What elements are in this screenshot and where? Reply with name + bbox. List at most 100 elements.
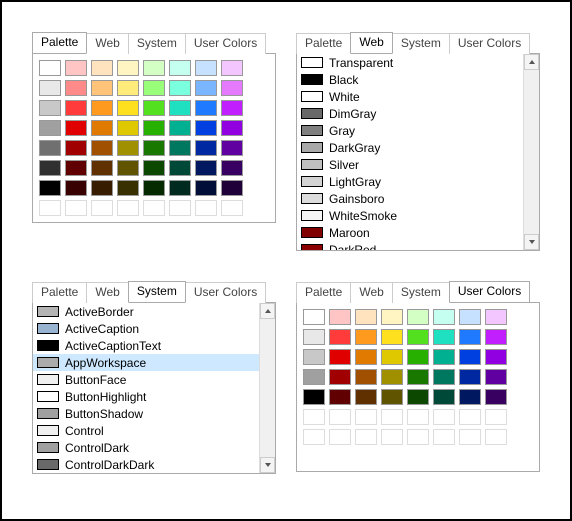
color-swatch[interactable] xyxy=(117,120,139,136)
color-swatch[interactable] xyxy=(65,160,87,176)
color-list-item[interactable]: Control xyxy=(33,422,259,439)
color-swatch[interactable] xyxy=(39,100,61,116)
color-swatch[interactable] xyxy=(117,80,139,96)
color-list-item[interactable]: Gainsboro xyxy=(297,190,523,207)
tab-palette[interactable]: Palette xyxy=(296,282,351,303)
empty-swatch[interactable] xyxy=(407,429,429,445)
color-list-item[interactable]: LightGray xyxy=(297,173,523,190)
color-swatch[interactable] xyxy=(433,389,455,405)
tab-system[interactable]: System xyxy=(392,33,450,54)
color-swatch[interactable] xyxy=(221,100,243,116)
color-swatch[interactable] xyxy=(355,309,377,325)
color-swatch[interactable] xyxy=(195,180,217,196)
empty-swatch[interactable] xyxy=(221,200,243,216)
color-swatch[interactable] xyxy=(221,140,243,156)
color-swatch[interactable] xyxy=(195,120,217,136)
color-list-item[interactable]: ActiveCaptionText xyxy=(33,337,259,354)
color-swatch[interactable] xyxy=(195,80,217,96)
color-swatch[interactable] xyxy=(91,180,113,196)
empty-swatch[interactable] xyxy=(91,200,113,216)
color-swatch[interactable] xyxy=(143,160,165,176)
color-list-item[interactable]: ActiveCaption xyxy=(33,320,259,337)
empty-swatch[interactable] xyxy=(195,200,217,216)
color-list-item[interactable]: ButtonFace xyxy=(33,371,259,388)
color-swatch[interactable] xyxy=(355,329,377,345)
empty-swatch[interactable] xyxy=(355,409,377,425)
color-swatch[interactable] xyxy=(355,349,377,365)
system-color-list[interactable]: ActiveBorderActiveCaptionActiveCaptionTe… xyxy=(33,303,259,473)
tab-user-colors[interactable]: User Colors xyxy=(449,33,530,54)
color-swatch[interactable] xyxy=(433,309,455,325)
color-swatch[interactable] xyxy=(39,120,61,136)
color-swatch[interactable] xyxy=(65,80,87,96)
tab-system[interactable]: System xyxy=(128,33,186,54)
color-swatch[interactable] xyxy=(303,349,325,365)
color-swatch[interactable] xyxy=(169,160,191,176)
color-swatch[interactable] xyxy=(117,160,139,176)
color-swatch[interactable] xyxy=(433,329,455,345)
empty-swatch[interactable] xyxy=(169,200,191,216)
color-swatch[interactable] xyxy=(65,60,87,76)
color-swatch[interactable] xyxy=(39,180,61,196)
color-list-item[interactable]: Black xyxy=(297,71,523,88)
empty-swatch[interactable] xyxy=(303,429,325,445)
empty-swatch[interactable] xyxy=(329,409,351,425)
color-swatch[interactable] xyxy=(143,120,165,136)
color-swatch[interactable] xyxy=(117,180,139,196)
color-list-item[interactable]: Transparent xyxy=(297,54,523,71)
color-list-item[interactable]: DarkRed xyxy=(297,241,523,250)
color-swatch[interactable] xyxy=(221,80,243,96)
scroll-down-button[interactable] xyxy=(524,234,539,250)
tab-palette[interactable]: Palette xyxy=(32,282,87,303)
color-swatch[interactable] xyxy=(459,349,481,365)
color-swatch[interactable] xyxy=(485,369,507,385)
color-swatch[interactable] xyxy=(169,80,191,96)
color-swatch[interactable] xyxy=(39,160,61,176)
color-swatch[interactable] xyxy=(65,180,87,196)
empty-swatch[interactable] xyxy=(117,200,139,216)
scrollbar[interactable] xyxy=(523,54,539,250)
color-list-item[interactable]: ControlDark xyxy=(33,439,259,456)
web-color-list[interactable]: TransparentBlackWhiteDimGrayGrayDarkGray… xyxy=(297,54,523,250)
color-swatch[interactable] xyxy=(355,369,377,385)
color-list-item[interactable]: Maroon xyxy=(297,224,523,241)
color-swatch[interactable] xyxy=(39,80,61,96)
color-swatch[interactable] xyxy=(221,180,243,196)
empty-swatch[interactable] xyxy=(485,409,507,425)
tab-user-colors[interactable]: User Colors xyxy=(449,281,530,302)
color-swatch[interactable] xyxy=(143,80,165,96)
color-swatch[interactable] xyxy=(143,180,165,196)
color-swatch[interactable] xyxy=(407,369,429,385)
color-swatch[interactable] xyxy=(303,369,325,385)
empty-swatch[interactable] xyxy=(485,429,507,445)
color-swatch[interactable] xyxy=(485,389,507,405)
color-swatch[interactable] xyxy=(407,389,429,405)
tab-user-colors[interactable]: User Colors xyxy=(185,282,266,303)
color-swatch[interactable] xyxy=(485,309,507,325)
tab-web[interactable]: Web xyxy=(86,33,128,54)
empty-swatch[interactable] xyxy=(39,200,61,216)
color-swatch[interactable] xyxy=(381,329,403,345)
color-swatch[interactable] xyxy=(381,349,403,365)
color-swatch[interactable] xyxy=(459,309,481,325)
color-list-item[interactable]: ButtonShadow xyxy=(33,405,259,422)
color-swatch[interactable] xyxy=(459,329,481,345)
color-swatch[interactable] xyxy=(195,60,217,76)
tab-web[interactable]: Web xyxy=(350,32,392,53)
color-swatch[interactable] xyxy=(117,100,139,116)
tab-web[interactable]: Web xyxy=(350,282,392,303)
empty-swatch[interactable] xyxy=(381,429,403,445)
tab-system[interactable]: System xyxy=(128,281,186,302)
color-swatch[interactable] xyxy=(303,329,325,345)
color-list-item[interactable]: DarkGray xyxy=(297,139,523,156)
color-swatch[interactable] xyxy=(91,100,113,116)
color-swatch[interactable] xyxy=(91,80,113,96)
color-swatch[interactable] xyxy=(433,349,455,365)
color-swatch[interactable] xyxy=(117,140,139,156)
color-swatch[interactable] xyxy=(169,100,191,116)
empty-swatch[interactable] xyxy=(433,409,455,425)
color-swatch[interactable] xyxy=(355,389,377,405)
color-swatch[interactable] xyxy=(329,329,351,345)
tab-palette[interactable]: Palette xyxy=(32,32,87,53)
color-swatch[interactable] xyxy=(381,369,403,385)
